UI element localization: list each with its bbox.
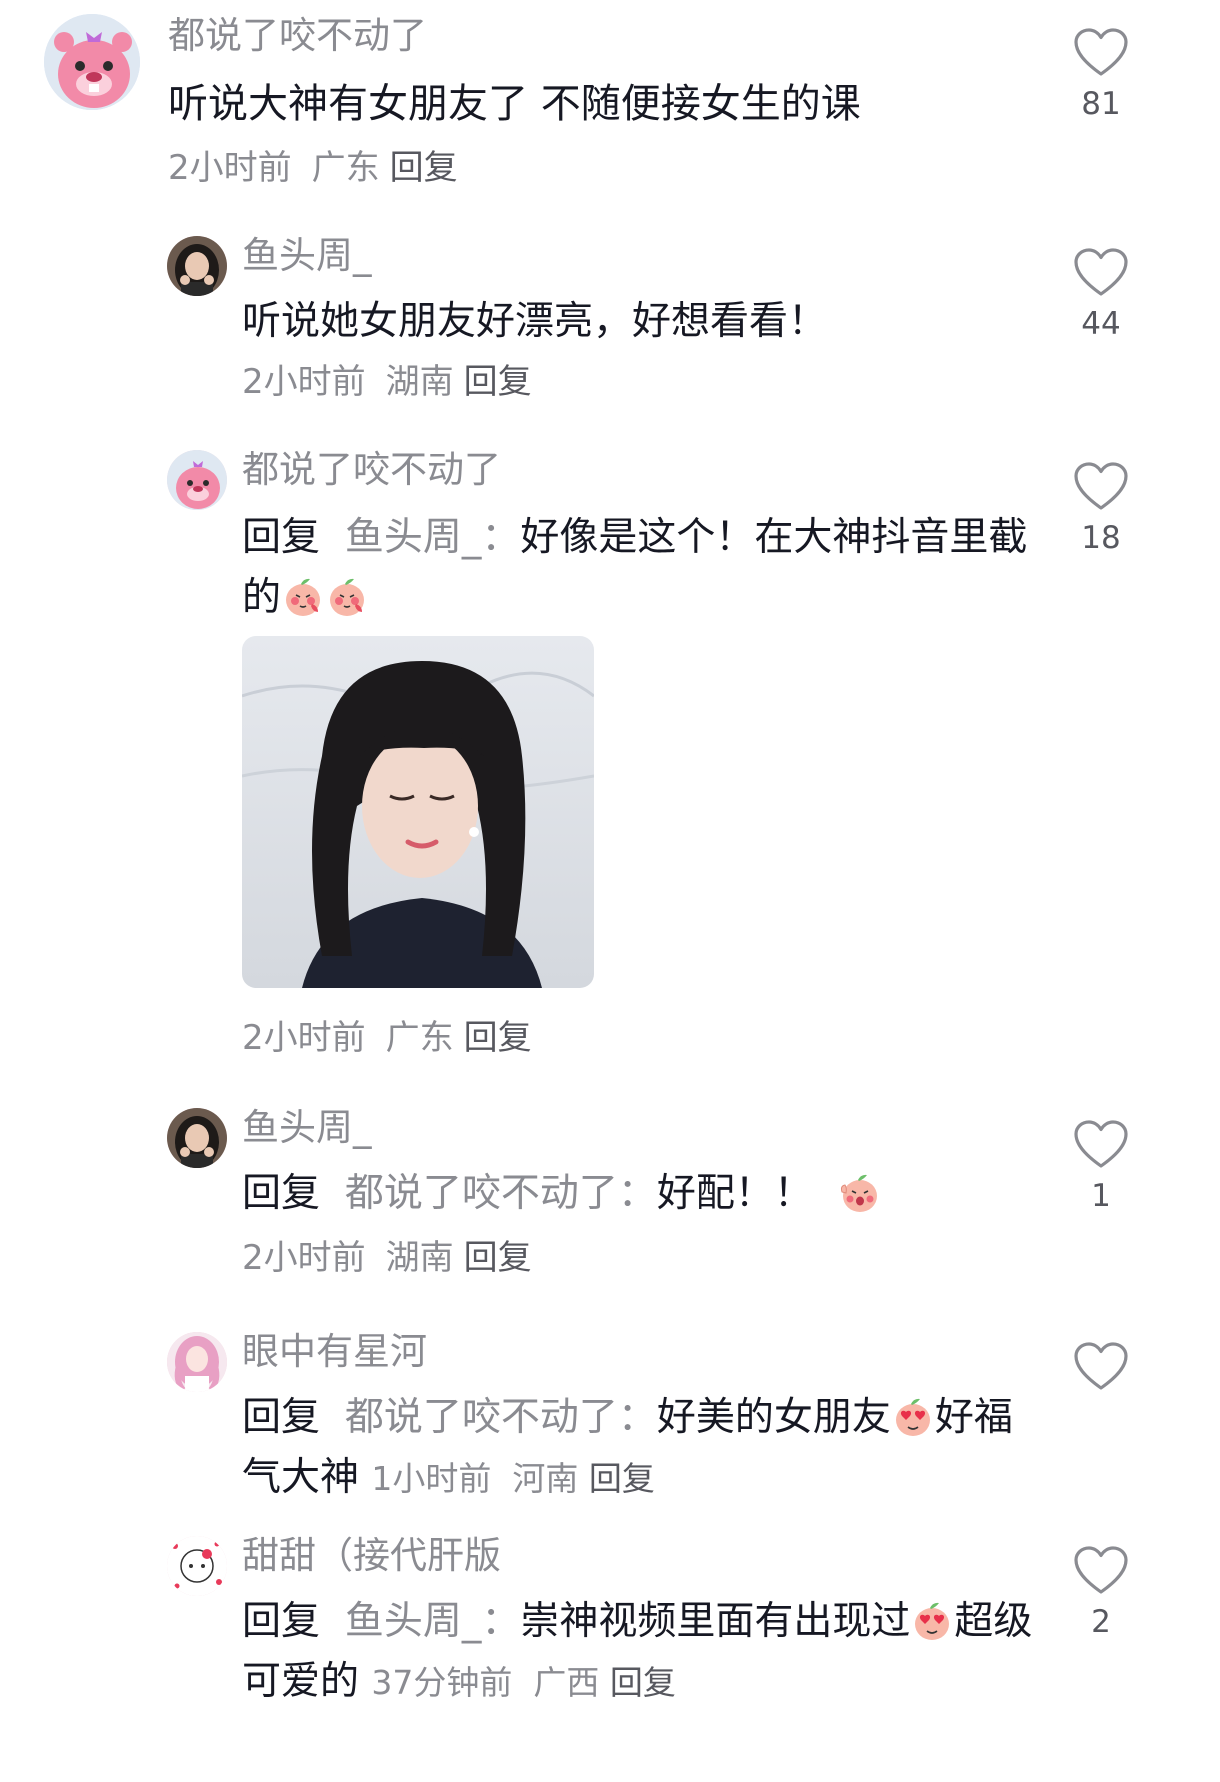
peach-cheer-emoji-icon	[839, 1172, 881, 1214]
like-button[interactable]: 2	[1072, 1546, 1130, 1640]
reply-target-user[interactable]: 都说了咬不动了：	[345, 1395, 657, 1440]
comment-author[interactable]: 都说了咬不动了	[168, 14, 427, 58]
reply-button[interactable]: 回复	[464, 1238, 532, 1278]
comment-meta: 2小时前 广东 回复	[168, 146, 458, 190]
heart-outline-icon	[1073, 28, 1129, 78]
anime-girl-avatar-icon	[167, 1332, 227, 1392]
comment-image[interactable]	[242, 636, 594, 988]
comment-time: 2小时前	[242, 362, 366, 402]
peach-heart-eyes-emoji-icon	[892, 1396, 934, 1438]
comment-text[interactable]: 听说她女朋友好漂亮，好想看看！	[242, 292, 1042, 352]
comment-region: 湖南	[385, 1238, 454, 1278]
comment-body: 好美的女朋友	[656, 1395, 891, 1440]
reply-prefix: 回复	[242, 1171, 321, 1216]
comment-author[interactable]: 甜甜（接代肝版	[242, 1534, 501, 1578]
reply-button[interactable]: 回复	[390, 148, 458, 188]
like-count: 1	[1091, 1178, 1111, 1214]
comment-meta: 2小时前 湖南 回复	[242, 1236, 532, 1280]
heart-outline-icon	[1073, 248, 1129, 298]
girl-photo-avatar-icon	[167, 1108, 227, 1168]
comment-region: 广东	[385, 1018, 454, 1058]
reply-button[interactable]: 回复	[464, 1018, 532, 1058]
reply-prefix: 回复	[242, 515, 321, 560]
like-count: 44	[1081, 306, 1121, 342]
avatar[interactable]	[167, 1536, 227, 1596]
pink-beaver-avatar-icon	[167, 450, 227, 510]
girl-portrait-image	[242, 636, 594, 988]
comment-author[interactable]: 鱼头周_	[242, 234, 372, 278]
heart-outline-icon	[1073, 1120, 1129, 1170]
reply-prefix: 回复	[242, 1395, 321, 1440]
like-count: 18	[1081, 520, 1121, 556]
comment-time: 2小时前	[242, 1018, 366, 1058]
like-button[interactable]: 1	[1072, 1120, 1130, 1214]
comment-meta: 2小时前 广东 回复	[242, 1016, 532, 1060]
comment-text[interactable]: 听说大神有女朋友了 不随便接女生的课	[168, 74, 968, 134]
like-button[interactable]	[1072, 1342, 1130, 1400]
comment-author[interactable]: 鱼头周_	[242, 1106, 372, 1150]
reply-button[interactable]: 回复	[589, 1459, 655, 1498]
peach-blush-emoji-icon	[282, 576, 324, 618]
peach-heart-eyes-emoji-icon	[911, 1600, 953, 1642]
avatar[interactable]	[167, 450, 227, 510]
like-count: 2	[1091, 1604, 1111, 1640]
reply-target-user[interactable]: 都说了咬不动了：	[345, 1171, 657, 1216]
comment-text[interactable]: 回复 都说了咬不动了：好配！！	[242, 1164, 1042, 1224]
like-button[interactable]: 18	[1072, 462, 1130, 556]
comment-time: 2小时前	[242, 1238, 366, 1278]
comment-meta: 2小时前 湖南 回复	[242, 360, 532, 404]
comment-text[interactable]: 回复 鱼头周_：好像是这个！在大神抖音里截的	[242, 508, 1042, 628]
comment-body: 好配！！	[656, 1171, 813, 1216]
heart-outline-icon	[1073, 1546, 1129, 1596]
like-count: 81	[1081, 86, 1121, 122]
heart-outline-icon	[1073, 462, 1129, 512]
reply-button[interactable]: 回复	[610, 1663, 676, 1702]
girl-photo-avatar-icon	[167, 236, 227, 296]
comment-author[interactable]: 都说了咬不动了	[242, 448, 501, 492]
reply-button[interactable]: 回复	[464, 362, 532, 402]
comment-meta: 1小时前 河南 回复	[371, 1459, 654, 1498]
reply-prefix: 回复	[242, 1599, 321, 1644]
comment-author[interactable]: 眼中有星河	[242, 1330, 427, 1374]
comment-body: 崇神视频里面有出现过	[520, 1599, 911, 1644]
comment-text[interactable]: 回复 都说了咬不动了：好美的女朋友 好福气大神 1小时前 河南 回复	[242, 1388, 1042, 1509]
comment-time: 2小时前	[168, 148, 292, 188]
avatar[interactable]	[44, 14, 140, 110]
like-button[interactable]: 81	[1072, 28, 1130, 122]
reply-target-user[interactable]: 鱼头周_：	[345, 515, 521, 560]
avatar[interactable]	[167, 1108, 227, 1168]
like-button[interactable]: 44	[1072, 248, 1130, 342]
comment-region: 湖南	[385, 362, 454, 402]
avatar[interactable]	[167, 1332, 227, 1392]
comment-region: 广西	[533, 1663, 600, 1702]
comment-text[interactable]: 回复 鱼头周_：崇神视频里面有出现过 超级可爱的 37分钟前 广西 回复	[242, 1592, 1042, 1713]
comment-region: 河南	[512, 1459, 579, 1498]
heart-outline-icon	[1073, 1342, 1129, 1392]
pink-beaver-avatar-icon	[44, 14, 140, 110]
comment-time: 37分钟前	[371, 1663, 513, 1702]
kitty-sticker-avatar-icon	[167, 1536, 227, 1596]
comment-meta: 37分钟前 广西 回复	[371, 1663, 675, 1702]
comment-region: 广东	[311, 148, 380, 188]
reply-target-user[interactable]: 鱼头周_：	[345, 1599, 521, 1644]
peach-blush-emoji-icon	[326, 576, 368, 618]
avatar[interactable]	[167, 236, 227, 296]
comment-time: 1小时前	[371, 1459, 492, 1498]
